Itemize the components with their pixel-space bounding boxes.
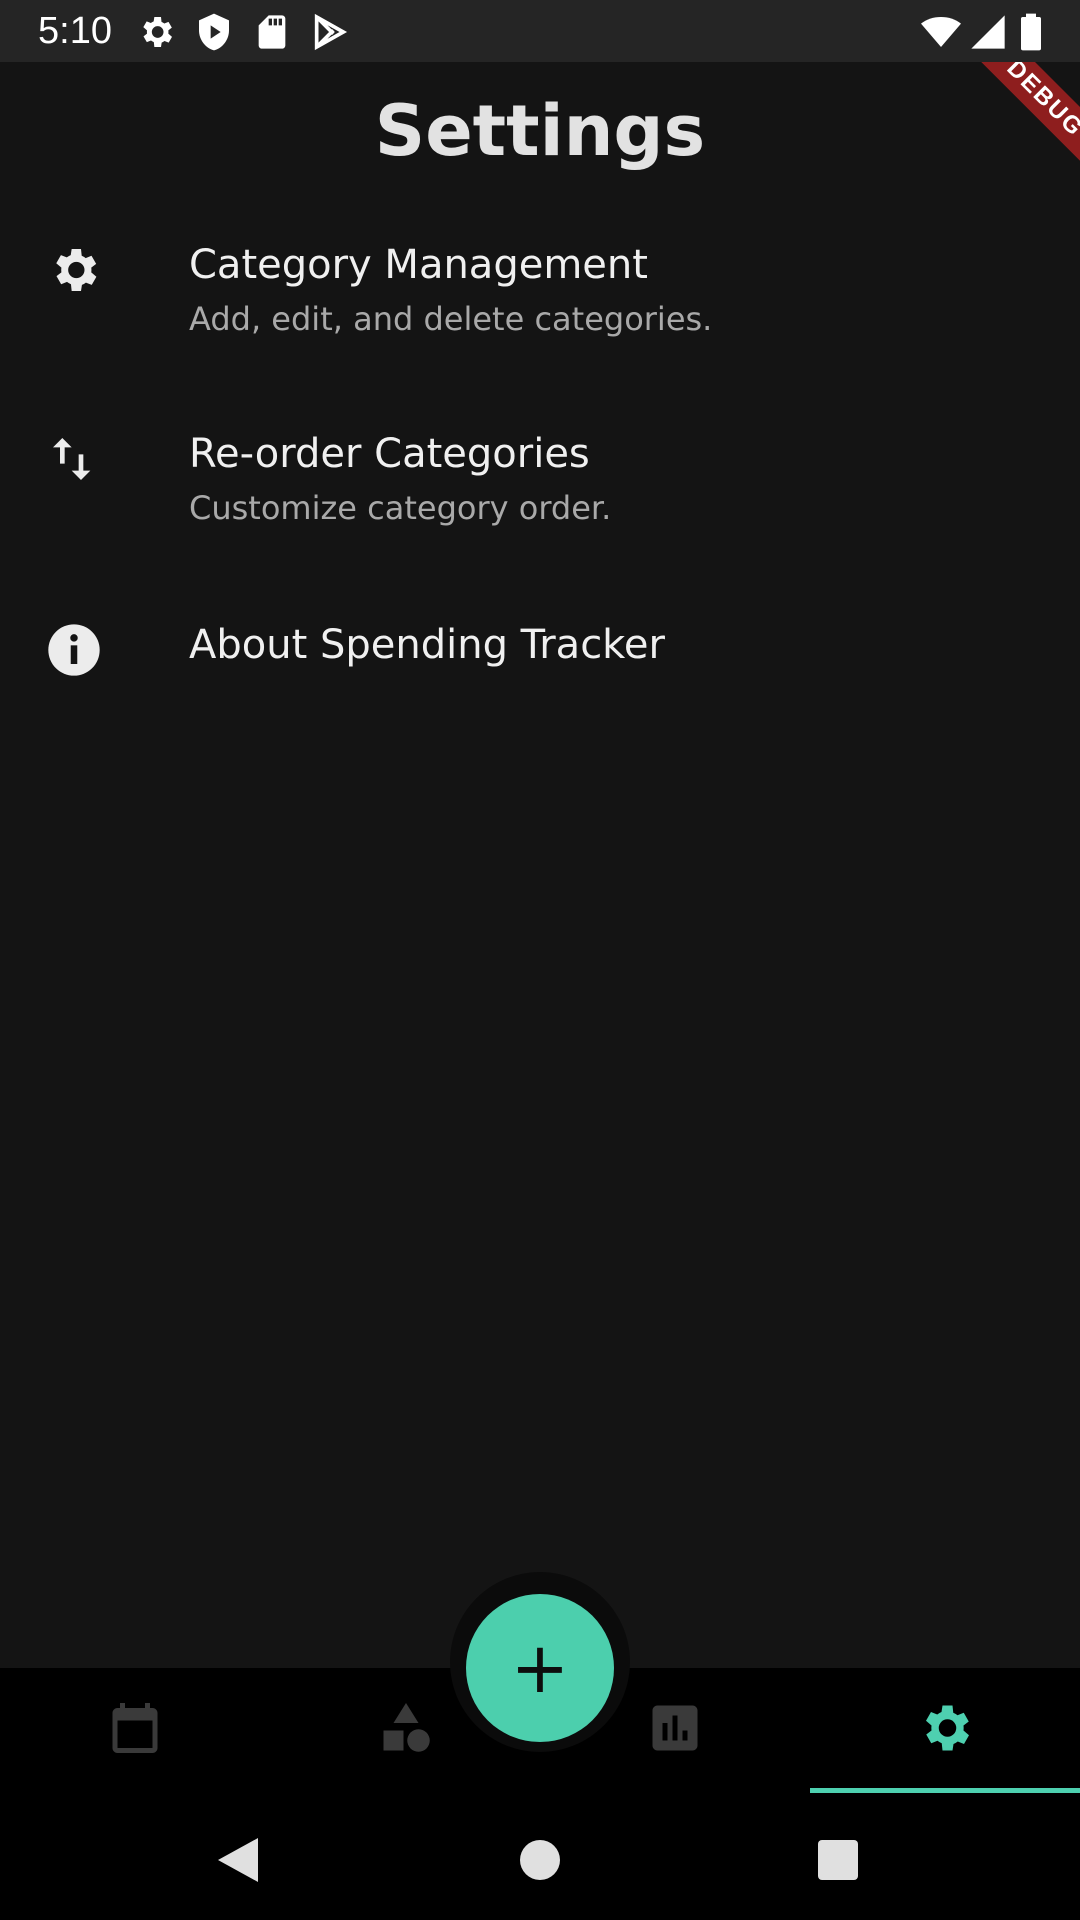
active-tab-indicator <box>810 1788 1080 1793</box>
settings-item-category-management[interactable]: Category Management Add, edit, and delet… <box>0 232 1080 362</box>
settings-item-reorder-categories[interactable]: Re-order Categories Customize category o… <box>0 421 1080 551</box>
recents-icon[interactable] <box>818 1840 858 1880</box>
status-time: 5:10 <box>38 10 112 52</box>
info-icon <box>48 624 100 676</box>
shapes-icon[interactable] <box>376 1698 436 1758</box>
settings-item-about[interactable]: About Spending Tracker <box>0 612 1080 692</box>
add-button[interactable]: + <box>466 1594 614 1742</box>
status-bar: 5:10 <box>0 0 1080 62</box>
system-nav-bar <box>0 1796 1080 1920</box>
page-title: Settings <box>374 90 706 172</box>
settings-item-label: Re-order Categories <box>189 431 590 477</box>
gear-icon <box>56 249 97 291</box>
back-icon[interactable] <box>218 1838 258 1882</box>
settings-item-subtitle: Customize category order. <box>189 489 612 527</box>
bar-chart-icon[interactable] <box>645 1698 705 1758</box>
home-icon[interactable] <box>520 1840 560 1880</box>
signal-icon <box>971 15 1005 49</box>
shield-icon <box>199 13 229 51</box>
sd-card-icon <box>258 15 286 49</box>
calendar-icon[interactable] <box>105 1698 165 1758</box>
battery-icon <box>1021 13 1041 51</box>
wifi-icon <box>921 17 961 47</box>
settings-item-label: Category Management <box>189 242 648 288</box>
settings-item-label: About Spending Tracker <box>189 622 665 668</box>
gear-icon[interactable] <box>915 1698 975 1758</box>
plus-icon: + <box>510 1627 570 1709</box>
swap-vert-icon <box>53 438 91 480</box>
play-store-icon <box>314 13 348 51</box>
settings-icon <box>143 17 172 47</box>
settings-item-subtitle: Add, edit, and delete categories. <box>189 300 713 338</box>
